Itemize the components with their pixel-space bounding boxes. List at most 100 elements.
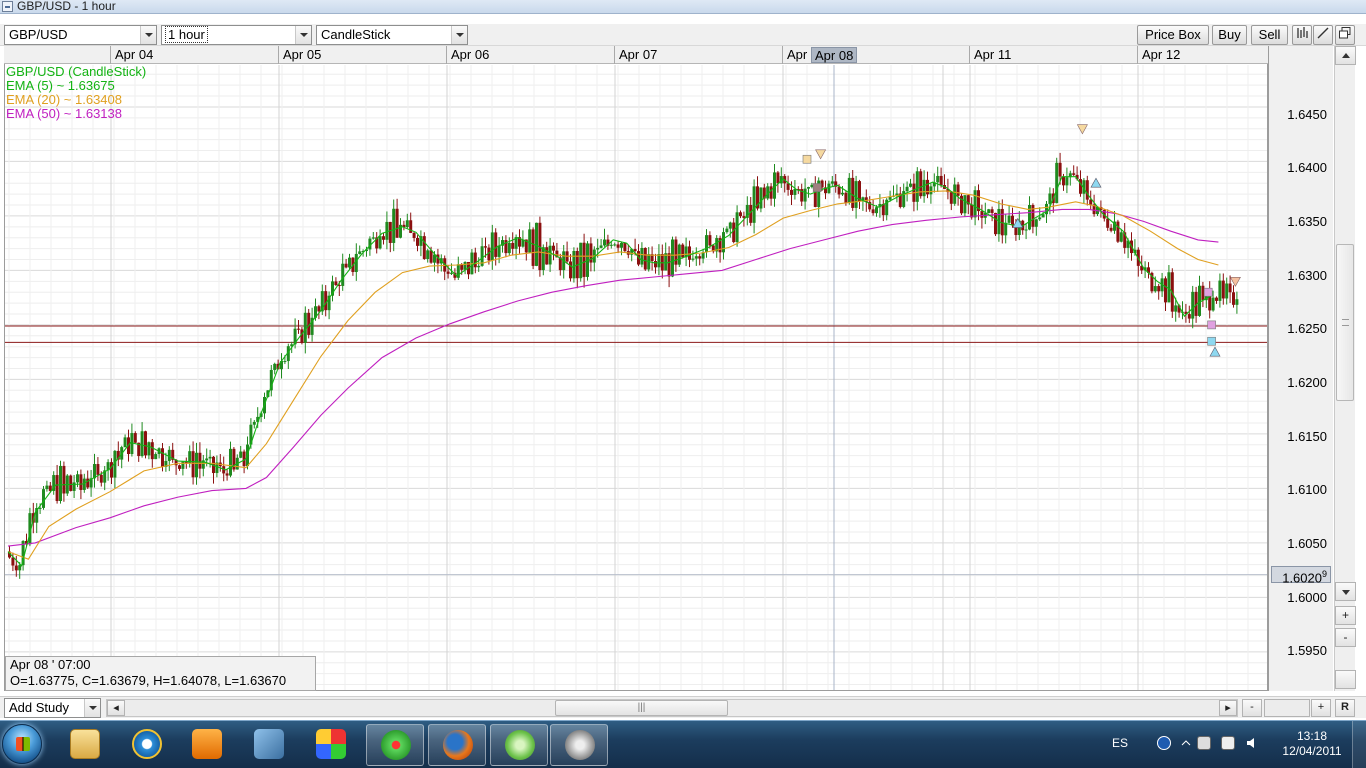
candlestick-plot[interactable] bbox=[5, 47, 1267, 690]
candle-up bbox=[392, 208, 396, 243]
clock[interactable]: 13:18 12/04/2011 bbox=[1277, 729, 1347, 759]
candle-down bbox=[970, 204, 974, 218]
symbol-value: GBP/USD bbox=[9, 27, 68, 42]
candle-up bbox=[579, 242, 583, 279]
candle-up bbox=[599, 245, 603, 248]
candle-up bbox=[72, 482, 76, 491]
horizontal-scrollbar[interactable]: ◂ ||| ▸ bbox=[106, 699, 1238, 717]
candle-up bbox=[1191, 291, 1195, 319]
candle-up bbox=[963, 195, 967, 214]
candle-up bbox=[490, 232, 494, 261]
candle-up bbox=[181, 461, 185, 469]
x-tick: Apr 07 bbox=[614, 46, 657, 64]
candle-up bbox=[1235, 299, 1239, 305]
candle-down bbox=[225, 473, 229, 476]
ema20-line bbox=[7, 190, 1219, 560]
candle-up bbox=[195, 452, 198, 478]
taskbar-media-player[interactable] bbox=[178, 724, 236, 766]
network-icon[interactable] bbox=[1197, 736, 1211, 750]
taskbar-trading-app-2[interactable] bbox=[550, 724, 608, 766]
candle-up bbox=[1041, 214, 1045, 218]
taskbar-trading-app-1[interactable] bbox=[490, 724, 548, 766]
candle-down bbox=[395, 208, 399, 238]
line-tool-icon bbox=[1317, 27, 1329, 39]
buy-button[interactable]: Buy bbox=[1212, 25, 1247, 45]
symbol-select[interactable]: GBP/USD bbox=[4, 25, 157, 45]
trade-marker bbox=[1203, 287, 1213, 297]
candle-up bbox=[694, 256, 698, 259]
candle-down bbox=[688, 246, 691, 260]
candle-down bbox=[473, 252, 477, 268]
y-tick: 1.6100 bbox=[1287, 482, 1327, 497]
arrow-up-icon[interactable] bbox=[1179, 736, 1193, 750]
candle-up bbox=[922, 179, 926, 197]
add-study-select[interactable]: Add Study bbox=[4, 698, 101, 718]
sell-button[interactable]: Sell bbox=[1251, 25, 1288, 45]
chevron-down-icon[interactable] bbox=[295, 26, 311, 44]
y-tick: 1.6000 bbox=[1287, 590, 1327, 605]
candle-up bbox=[752, 186, 756, 223]
trading-app-icon bbox=[565, 730, 595, 760]
timeframe-select[interactable]: 1 hour bbox=[161, 25, 312, 45]
language-indicator[interactable]: ES bbox=[1112, 736, 1128, 750]
scroll-up-button[interactable] bbox=[1335, 46, 1356, 65]
chart-toolbar: GBP/USD 1 hour CandleStick Price Box Buy… bbox=[0, 24, 1366, 46]
taskbar-firefox[interactable] bbox=[428, 724, 486, 766]
candle-down bbox=[1072, 173, 1076, 175]
candle-up bbox=[613, 244, 617, 246]
candle-up bbox=[1055, 162, 1059, 204]
draw-line-button[interactable] bbox=[1313, 25, 1333, 45]
price-axis[interactable]: 1.6450 1.6400 1.6350 1.6300 1.6250 1.620… bbox=[1268, 46, 1333, 691]
candle-up bbox=[1004, 222, 1008, 236]
horizontal-scroll-thumb[interactable]: ||| bbox=[555, 700, 728, 716]
vertical-scrollbar[interactable]: + - bbox=[1334, 46, 1356, 691]
candle-down bbox=[1157, 286, 1161, 292]
volume-icon[interactable] bbox=[1245, 736, 1259, 750]
candle-up bbox=[283, 361, 287, 363]
candle-up bbox=[609, 244, 613, 246]
chevron-down-icon[interactable] bbox=[451, 26, 467, 44]
chevron-down-icon[interactable] bbox=[84, 699, 100, 717]
taskbar-app[interactable] bbox=[302, 724, 360, 766]
candle-up bbox=[875, 207, 878, 214]
candle-up bbox=[705, 235, 708, 253]
price-box-button[interactable]: Price Box bbox=[1137, 25, 1209, 45]
candle-up bbox=[1153, 286, 1157, 292]
candle-up bbox=[725, 228, 729, 233]
candle-up bbox=[378, 236, 382, 249]
candle-up bbox=[929, 186, 933, 195]
chevron-down-icon[interactable] bbox=[140, 26, 156, 44]
candle-down bbox=[416, 237, 419, 246]
candle-up bbox=[426, 250, 430, 259]
scroll-down-button[interactable] bbox=[1335, 582, 1356, 601]
timeframe-value: 1 hour bbox=[165, 26, 208, 43]
taskbar-icq[interactable] bbox=[366, 724, 424, 766]
show-desktop-button[interactable] bbox=[1352, 721, 1366, 768]
internet-explorer-icon bbox=[132, 729, 162, 759]
start-button[interactable] bbox=[2, 724, 42, 764]
vertical-scroll-thumb[interactable] bbox=[1336, 244, 1354, 401]
restore-window-button[interactable] bbox=[1335, 25, 1355, 45]
scroll-down-end-button[interactable] bbox=[1335, 670, 1356, 689]
taskbar-tools[interactable] bbox=[240, 724, 298, 766]
zoom-in-y-button[interactable]: + bbox=[1335, 606, 1356, 625]
taskbar-explorer[interactable] bbox=[56, 724, 114, 766]
chart-area[interactable] bbox=[4, 46, 1268, 691]
candle-down bbox=[1221, 280, 1225, 299]
action-center-icon[interactable] bbox=[1221, 736, 1235, 750]
scroll-left-button[interactable]: ◂ bbox=[107, 700, 125, 716]
scroll-right-button[interactable]: ▸ bbox=[1219, 700, 1237, 716]
candle-up bbox=[936, 175, 940, 183]
reset-button[interactable]: R bbox=[1335, 699, 1355, 717]
help-icon[interactable] bbox=[1157, 736, 1171, 750]
y-tick: 1.6450 bbox=[1287, 107, 1327, 122]
taskbar-ie[interactable] bbox=[118, 724, 176, 766]
zoom-out-x-button[interactable]: - bbox=[1242, 699, 1262, 717]
zoom-slider[interactable] bbox=[1264, 699, 1310, 717]
bar-style-button[interactable] bbox=[1292, 25, 1312, 45]
candle-down bbox=[242, 451, 246, 467]
chart-type-select[interactable]: CandleStick bbox=[316, 25, 468, 45]
candle-down bbox=[994, 212, 997, 235]
zoom-in-x-button[interactable]: + bbox=[1311, 699, 1331, 717]
zoom-out-y-button[interactable]: - bbox=[1335, 628, 1356, 647]
